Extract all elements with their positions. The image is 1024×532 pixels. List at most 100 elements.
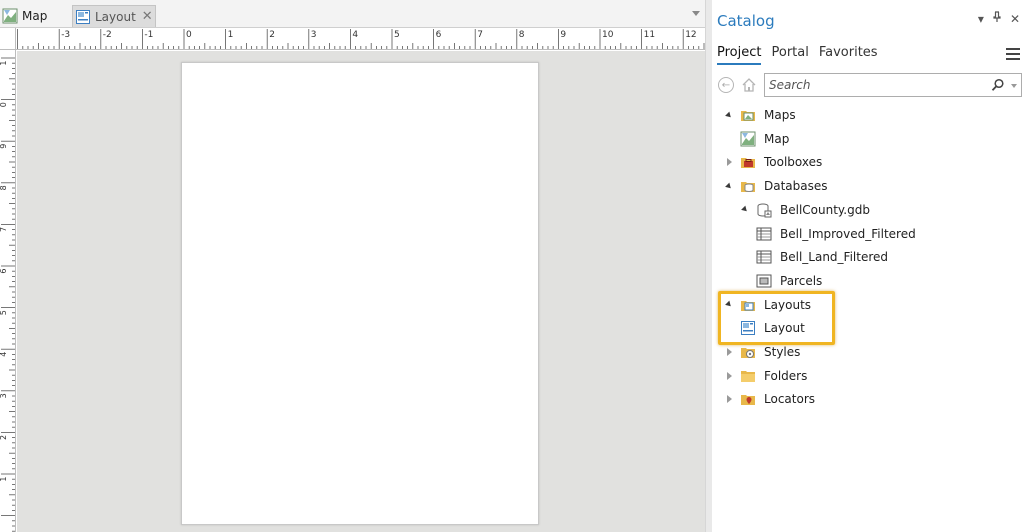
ruler-label: 9 [0, 144, 8, 149]
tree-item-label: Locators [764, 392, 815, 407]
table-icon [756, 226, 772, 242]
ruler-label: 4 [352, 30, 358, 40]
ruler-label: 8 [0, 185, 8, 190]
ruler-label: 0 [186, 30, 192, 40]
layout-page[interactable] [181, 62, 539, 525]
ruler-label: 3 [311, 30, 317, 40]
search-icon[interactable] [991, 78, 1005, 95]
highlight-box [718, 291, 835, 345]
tree-item-bellcounty-gdb[interactable]: BellCounty.gdb [740, 199, 870, 221]
catalog-tabs: Project Portal Favorites [717, 45, 878, 65]
ruler-label: 4 [0, 352, 8, 357]
layout-canvas[interactable] [17, 51, 705, 532]
tree-item-toolboxes[interactable]: Toolboxes [724, 151, 822, 173]
ruler-label: 7 [477, 30, 483, 40]
ruler-label: 10 [602, 30, 614, 40]
ruler-label: 7 [0, 227, 8, 232]
map-icon [740, 131, 756, 147]
tab-layout[interactable]: Layout ✕ [72, 5, 156, 27]
tree-item-label: BellCounty.gdb [780, 202, 870, 217]
ruler-label: -3 [61, 30, 70, 40]
ruler-label: 0 [0, 102, 8, 107]
ruler-label: 12 [685, 30, 696, 40]
tree-item-label: Databases [764, 179, 828, 194]
ruler-label: 2 [269, 30, 275, 40]
styles-folder-icon [740, 344, 756, 360]
expand-open-icon[interactable] [740, 205, 750, 214]
expand-closed-icon[interactable] [724, 395, 734, 404]
expand-closed-icon[interactable] [724, 158, 734, 167]
tree-item-label: Map [764, 131, 790, 146]
geodatabase-icon [756, 202, 772, 218]
chevron-down-icon[interactable] [1011, 84, 1017, 88]
expand-open-icon[interactable] [724, 182, 734, 190]
tree-item-label: Toolboxes [764, 155, 823, 170]
ruler-label: 6 [0, 269, 8, 274]
tree-item-bell-improved-filtered[interactable]: Bell_Improved_Filtered [756, 223, 916, 245]
expand-closed-icon[interactable] [724, 348, 734, 356]
layout-view: Map Layout ✕ -3-2-10123456789101112 1098… [0, 0, 705, 532]
back-arrow-icon[interactable]: ← [718, 77, 734, 93]
search-input[interactable] [769, 77, 979, 93]
ruler-label: -1 [144, 30, 153, 40]
ruler-label: 2 [0, 435, 8, 440]
databases-folder-icon [740, 178, 756, 194]
ruler-label: 1 [228, 30, 234, 40]
map-icon [2, 8, 18, 24]
ruler-label: 5 [0, 310, 8, 315]
ruler-label: 3 [0, 393, 8, 398]
search-box [764, 73, 1022, 97]
feature-class-icon [756, 273, 772, 289]
layout-icon [76, 9, 90, 24]
hamburger-menu-icon[interactable] [1006, 48, 1020, 63]
chevron-down-icon[interactable]: ▾ [978, 12, 984, 26]
tab-map[interactable]: Map [2, 5, 60, 27]
ruler-corner [0, 28, 16, 50]
tab-favorites[interactable]: Favorites [819, 45, 878, 65]
tree-item-bell-land-filtered[interactable]: Bell_Land_Filtered [756, 246, 888, 268]
close-icon[interactable]: ✕ [1010, 12, 1020, 26]
ruler-label: 6 [436, 30, 442, 40]
tree-item-folders[interactable]: Folders [724, 365, 807, 387]
tab-layout-label: Layout [95, 9, 136, 24]
tree-item-databases[interactable]: Databases [724, 175, 828, 197]
ruler-label: 9 [560, 30, 566, 40]
toolboxes-folder-icon [740, 154, 756, 170]
maps-folder-icon [740, 107, 756, 123]
pane-controls: ▾ ✕ [978, 11, 1020, 26]
tree-item-label: Parcels [780, 273, 823, 288]
locators-folder-icon [740, 391, 756, 407]
tree-item-label: Bell_Land_Filtered [780, 250, 888, 265]
close-icon[interactable]: ✕ [142, 10, 153, 23]
home-icon[interactable] [741, 77, 757, 96]
ruler-label: 1 [0, 477, 8, 482]
catalog-pane: Catalog ▾ ✕ Project Portal Favorites ← M… [712, 0, 1024, 532]
tree-item-maps[interactable]: Maps [724, 104, 796, 126]
pane-divider[interactable] [705, 0, 712, 532]
tree-item-locators[interactable]: Locators [724, 388, 815, 410]
ruler-label: -2 [103, 30, 112, 40]
pin-icon[interactable] [992, 11, 1002, 26]
tree-item-label: Styles [764, 345, 801, 359]
ruler-horizontal[interactable]: -3 -2 -1 0 1 2 3 4 5 6 7 8 9 10 11 12 [16, 28, 705, 50]
view-tab-bar: Map Layout ✕ [0, 0, 705, 28]
tree-item-label: Folders [764, 368, 808, 383]
ruler-label: 1 [0, 61, 8, 66]
ruler-label: 5 [394, 30, 400, 40]
chevron-down-icon[interactable] [692, 11, 700, 16]
ruler-vertical[interactable]: 10987654321 [0, 50, 16, 532]
tab-project[interactable]: Project [717, 45, 762, 65]
tree-item-label: Bell_Improved_Filtered [780, 226, 916, 241]
tab-portal[interactable]: Portal [771, 45, 808, 65]
ruler-label: 11 [644, 30, 655, 40]
expand-open-icon[interactable] [724, 111, 734, 119]
tree-item-map[interactable]: Map [740, 128, 789, 150]
folders-folder-icon [740, 368, 756, 384]
tree-item-parcels[interactable]: Parcels [756, 270, 822, 292]
catalog-title: Catalog [717, 12, 775, 30]
table-icon [756, 249, 772, 265]
tab-map-label: Map [22, 9, 48, 23]
expand-closed-icon[interactable] [724, 371, 734, 380]
ruler-label: 8 [519, 30, 525, 40]
tree-item-label: Maps [764, 108, 796, 122]
